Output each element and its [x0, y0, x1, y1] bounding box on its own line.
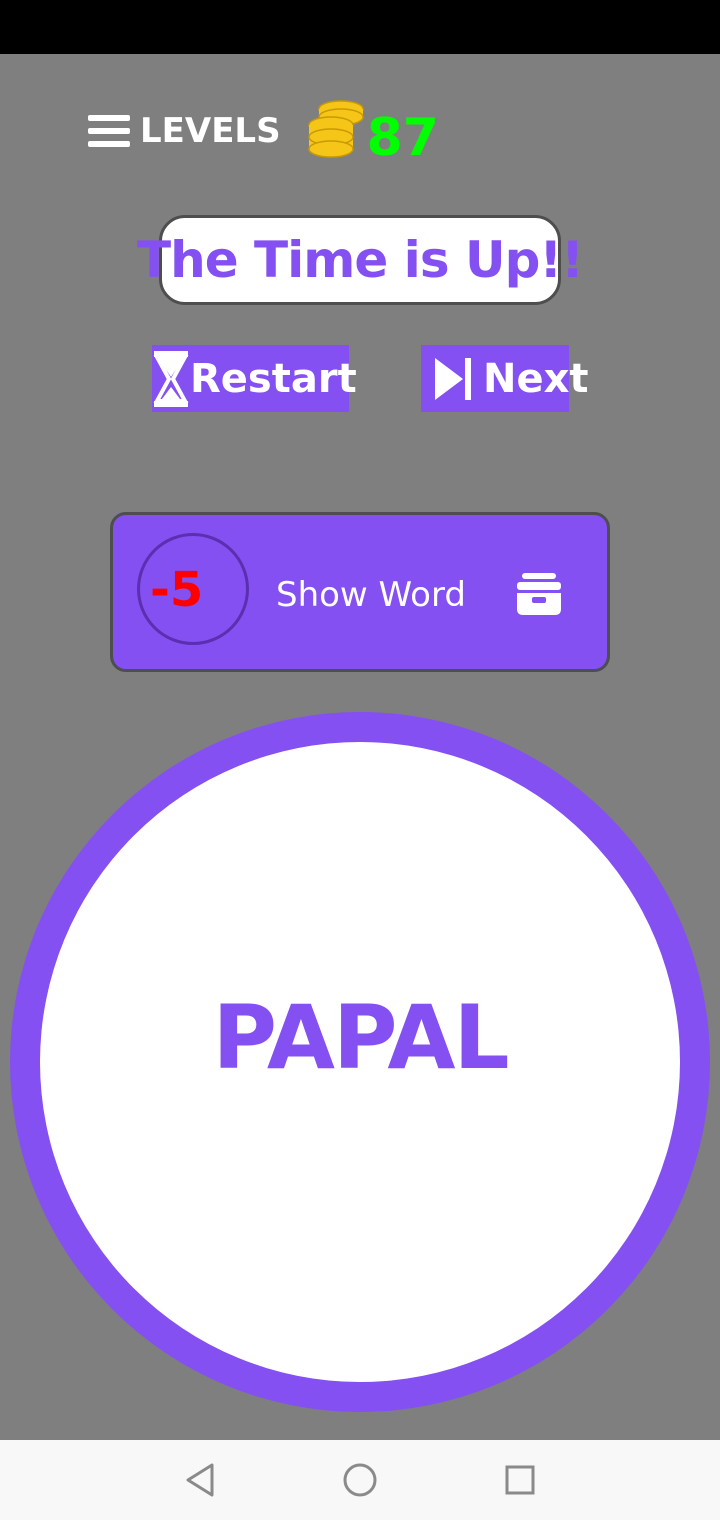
hourglass-icon: [153, 350, 189, 407]
coin-count: 87: [366, 108, 439, 168]
system-nav-bar: [0, 1440, 720, 1520]
show-word-label: Show Word: [276, 575, 466, 615]
recents-square-icon[interactable]: [505, 1465, 535, 1495]
hint-cost: -5: [150, 562, 204, 618]
game-screen: LEVELS 87 The Time is Up!! Restart Next …: [0, 0, 720, 1520]
word-circle: PAPAL: [10, 712, 710, 1412]
status-bar: [0, 0, 720, 54]
archive-box-icon: [517, 573, 561, 615]
skip-next-icon: [435, 357, 471, 400]
levels-button[interactable]: LEVELS: [140, 111, 281, 151]
hamburger-menu-icon[interactable]: [88, 115, 130, 147]
restart-label: Restart: [190, 355, 357, 402]
header: LEVELS 87: [88, 96, 439, 168]
show-word-button[interactable]: -5 Show Word: [110, 512, 610, 672]
banner-text: The Time is Up!!: [137, 231, 584, 289]
coin-stack-icon: [307, 100, 364, 158]
cost-circle: -5: [137, 533, 249, 645]
restart-button[interactable]: Restart: [152, 345, 357, 412]
time-up-banner: The Time is Up!!: [137, 215, 584, 305]
next-button[interactable]: Next: [421, 345, 589, 412]
back-triangle-icon[interactable]: [184, 1462, 216, 1498]
home-circle-icon[interactable]: [343, 1463, 377, 1497]
answer-word: PAPAL: [212, 986, 509, 1089]
next-label: Next: [483, 355, 589, 402]
